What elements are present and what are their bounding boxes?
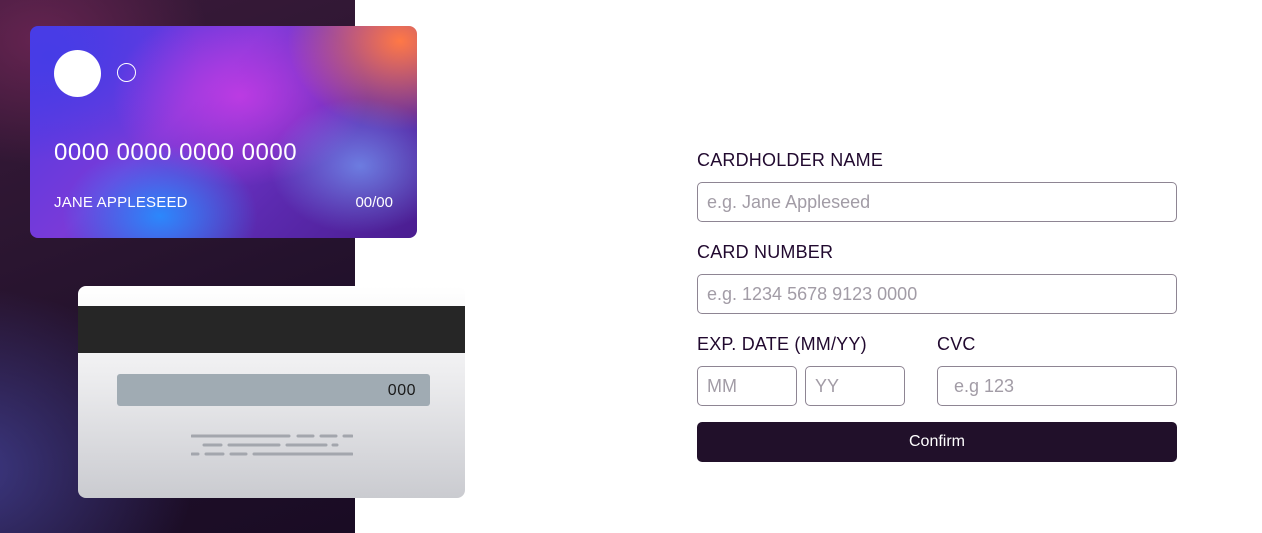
exp-month-input[interactable] bbox=[697, 366, 797, 406]
magnetic-stripe bbox=[78, 306, 465, 353]
exp-date-label: EXP. DATE (MM/YY) bbox=[697, 334, 867, 354]
card-number-label: CARD NUMBER bbox=[697, 242, 834, 262]
card-logo-outline-circle-icon bbox=[117, 63, 136, 82]
card-expiry-display: 00/00 bbox=[355, 194, 393, 211]
signature-strip: 000 bbox=[117, 374, 430, 406]
card-back: 000 bbox=[78, 286, 465, 498]
cvc-label: CVC bbox=[937, 334, 976, 354]
card-holder-display: JANE APPLESEED bbox=[54, 194, 188, 211]
card-back-decoration bbox=[191, 434, 353, 456]
cvc-input[interactable] bbox=[937, 366, 1177, 406]
exp-year-input[interactable] bbox=[805, 366, 905, 406]
card-front: 0000 0000 0000 0000 JANE APPLESEED 00/00 bbox=[30, 26, 417, 238]
card-cvc-display: 000 bbox=[387, 382, 416, 399]
card-number-display: 0000 0000 0000 0000 bbox=[54, 139, 298, 166]
cardholder-name-input[interactable] bbox=[697, 182, 1177, 222]
card-logo-filled-circle-icon bbox=[54, 50, 101, 97]
cardholder-name-label: CARDHOLDER NAME bbox=[697, 150, 884, 170]
confirm-button[interactable]: Confirm bbox=[697, 422, 1177, 462]
card-number-input[interactable] bbox=[697, 274, 1177, 314]
